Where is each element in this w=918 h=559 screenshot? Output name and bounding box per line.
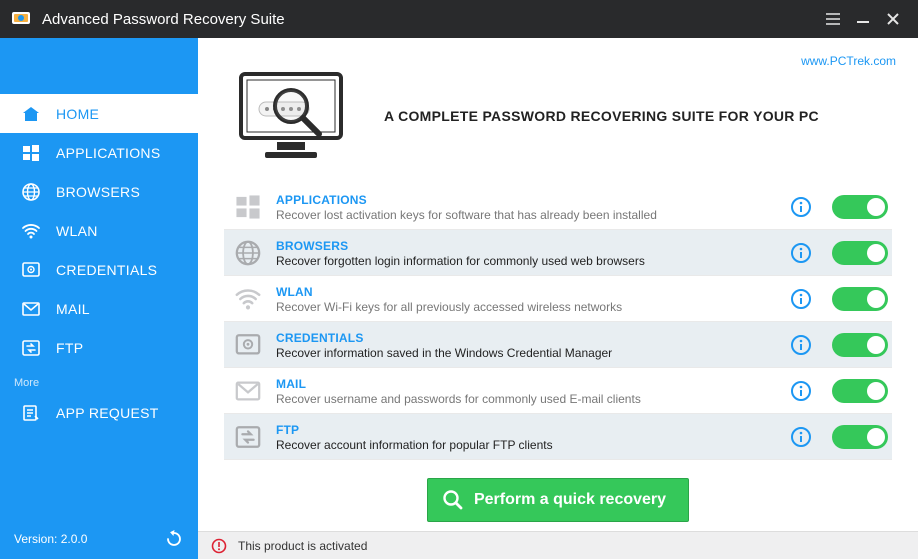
transfer-icon <box>230 419 266 455</box>
perform-button-label: Perform a quick recovery <box>474 491 666 509</box>
search-icon <box>442 489 464 511</box>
category-desc: Recover information saved in the Windows… <box>276 346 780 361</box>
mail-icon <box>230 373 266 409</box>
category-row-browsers: BROWSERSRecover forgotten login informat… <box>224 230 892 276</box>
globe-icon <box>20 181 42 203</box>
statusbar: This product is activated <box>198 531 918 559</box>
refresh-icon[interactable] <box>164 529 184 549</box>
close-icon[interactable] <box>878 7 908 31</box>
wifi-icon <box>230 281 266 317</box>
info-icon[interactable] <box>788 240 814 266</box>
sidebar-item-browsers[interactable]: BROWSERS <box>0 172 198 211</box>
mail-icon <box>20 298 42 320</box>
transfer-icon <box>20 337 42 359</box>
main-panel: www.PCTrek.com A COMPLETE PASSWORD RECOV… <box>198 38 918 559</box>
toggle-credentials[interactable] <box>832 333 888 357</box>
categories-list: APPLICATIONSRecover lost activation keys… <box>198 184 918 460</box>
info-icon[interactable] <box>788 194 814 220</box>
category-desc: Recover account information for popular … <box>276 438 780 453</box>
sidebar-item-mail[interactable]: MAIL <box>0 289 198 328</box>
toggle-ftp[interactable] <box>832 425 888 449</box>
category-title: FTP <box>276 423 780 438</box>
sidebar-item-app-request[interactable]: APP REQUEST <box>0 393 198 432</box>
website-link[interactable]: www.PCTrek.com <box>801 54 896 68</box>
category-row-credentials: CREDENTIALSRecover information saved in … <box>224 322 892 368</box>
sidebar-item-label: BROWSERS <box>56 184 140 200</box>
sidebar-item-home[interactable]: HOME <box>0 94 198 133</box>
perform-recovery-button[interactable]: Perform a quick recovery <box>427 478 689 522</box>
sidebar-item-label: CREDENTIALS <box>56 262 157 278</box>
sidebar-item-label: MAIL <box>56 301 90 317</box>
app-title: Advanced Password Recovery Suite <box>42 11 818 28</box>
sidebar-item-ftp[interactable]: FTP <box>0 328 198 367</box>
sidebar-more-label: More <box>0 367 198 393</box>
menu-icon[interactable] <box>818 7 848 31</box>
sidebar-item-credentials[interactable]: CREDENTIALS <box>0 250 198 289</box>
category-row-ftp: FTPRecover account information for popul… <box>224 414 892 460</box>
info-icon[interactable] <box>788 378 814 404</box>
sidebar-item-label: APPLICATIONS <box>56 145 160 161</box>
category-desc: Recover Wi-Fi keys for all previously ac… <box>276 300 780 315</box>
sidebar-item-wlan[interactable]: WLAN <box>0 211 198 250</box>
toggle-mail[interactable] <box>832 379 888 403</box>
info-icon[interactable] <box>788 424 814 450</box>
sidebar-item-label: FTP <box>56 340 83 356</box>
category-title: MAIL <box>276 377 780 392</box>
minimize-icon[interactable] <box>848 7 878 31</box>
version-label: Version: 2.0.0 <box>14 532 87 546</box>
titlebar: Advanced Password Recovery Suite <box>0 0 918 38</box>
category-title: APPLICATIONS <box>276 193 780 208</box>
wifi-icon <box>20 220 42 242</box>
windows-icon <box>230 189 266 225</box>
vault-icon <box>230 327 266 363</box>
sidebar: HOME APPLICATIONS BROWSERS WLAN CREDENTI… <box>0 38 198 559</box>
category-row-applications: APPLICATIONSRecover lost activation keys… <box>224 184 892 230</box>
toggle-browsers[interactable] <box>832 241 888 265</box>
home-icon <box>20 103 42 125</box>
info-icon[interactable] <box>788 332 814 358</box>
windows-icon <box>20 142 42 164</box>
globe-icon <box>230 235 266 271</box>
toggle-applications[interactable] <box>832 195 888 219</box>
monitor-search-icon <box>226 66 356 166</box>
category-title: BROWSERS <box>276 239 780 254</box>
category-row-wlan: WLANRecover Wi-Fi keys for all previousl… <box>224 276 892 322</box>
sidebar-item-label: APP REQUEST <box>56 405 159 421</box>
app-logo-icon <box>10 8 32 30</box>
hero-heading: A COMPLETE PASSWORD RECOVERING SUITE FOR… <box>384 108 819 124</box>
category-desc: Recover forgotten login information for … <box>276 254 780 269</box>
request-icon <box>20 402 42 424</box>
info-icon[interactable] <box>788 286 814 312</box>
sidebar-item-label: HOME <box>56 106 99 122</box>
sidebar-item-applications[interactable]: APPLICATIONS <box>0 133 198 172</box>
status-text: This product is activated <box>238 539 367 553</box>
category-desc: Recover username and passwords for commo… <box>276 392 780 407</box>
sidebar-item-label: WLAN <box>56 223 98 239</box>
alert-icon <box>210 537 228 555</box>
category-title: WLAN <box>276 285 780 300</box>
category-title: CREDENTIALS <box>276 331 780 346</box>
category-row-mail: MAILRecover username and passwords for c… <box>224 368 892 414</box>
toggle-wlan[interactable] <box>832 287 888 311</box>
category-desc: Recover lost activation keys for softwar… <box>276 208 780 223</box>
vault-icon <box>20 259 42 281</box>
